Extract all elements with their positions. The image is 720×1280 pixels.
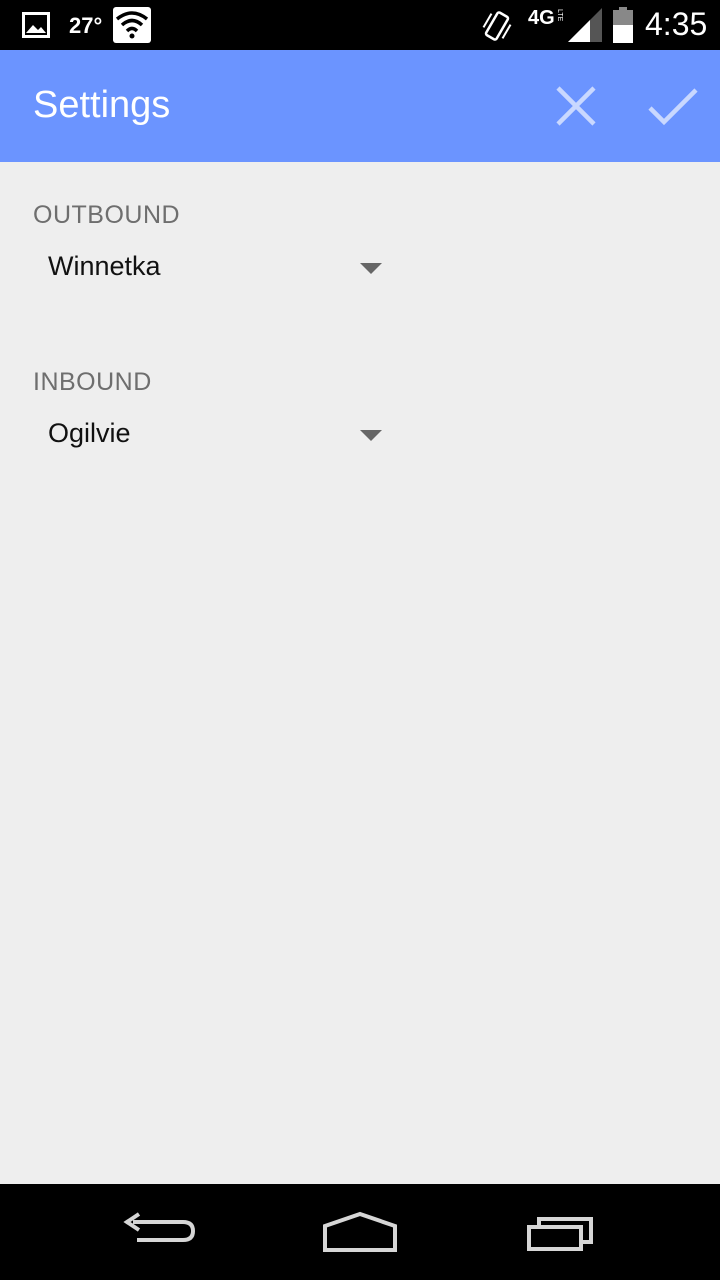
cancel-button[interactable]	[544, 74, 608, 138]
recents-icon	[527, 1217, 593, 1251]
dropdown-arrow-icon	[360, 430, 382, 441]
inbound-label: INBOUND	[33, 368, 152, 396]
home-icon	[323, 1211, 397, 1252]
network-sub-text: LTE	[556, 9, 563, 22]
clock-text: 4:35	[645, 6, 708, 42]
check-icon	[648, 88, 698, 126]
wifi-icon	[113, 7, 151, 43]
outbound-label: OUTBOUND	[33, 201, 181, 229]
outbound-selected-value: Winnetka	[48, 251, 161, 281]
inbound-dropdown[interactable]: Ogilvie	[33, 408, 393, 464]
inbound-selected-value: Ogilvie	[48, 418, 131, 448]
vibrate-icon	[482, 11, 512, 41]
back-icon	[123, 1212, 196, 1242]
home-button[interactable]	[305, 1202, 415, 1262]
confirm-button[interactable]	[640, 74, 704, 138]
close-icon	[556, 86, 596, 126]
network-type-text: 4G	[528, 7, 555, 29]
battery-icon	[613, 7, 633, 43]
dropdown-arrow-icon	[360, 263, 382, 274]
page-title: Settings	[33, 84, 171, 126]
recents-button[interactable]	[505, 1202, 615, 1262]
back-button[interactable]	[105, 1202, 215, 1262]
gallery-icon	[22, 12, 50, 38]
settings-content: OUTBOUND Winnetka INBOUND Ogilvie	[0, 162, 720, 1184]
navigation-bar	[0, 1184, 720, 1280]
outbound-dropdown[interactable]: Winnetka	[33, 241, 393, 297]
action-bar: Settings	[0, 50, 720, 162]
temperature-text: 27°	[69, 13, 103, 38]
signal-icon	[568, 8, 602, 42]
status-bar: 27° 4G LTE 4:35	[0, 0, 720, 50]
